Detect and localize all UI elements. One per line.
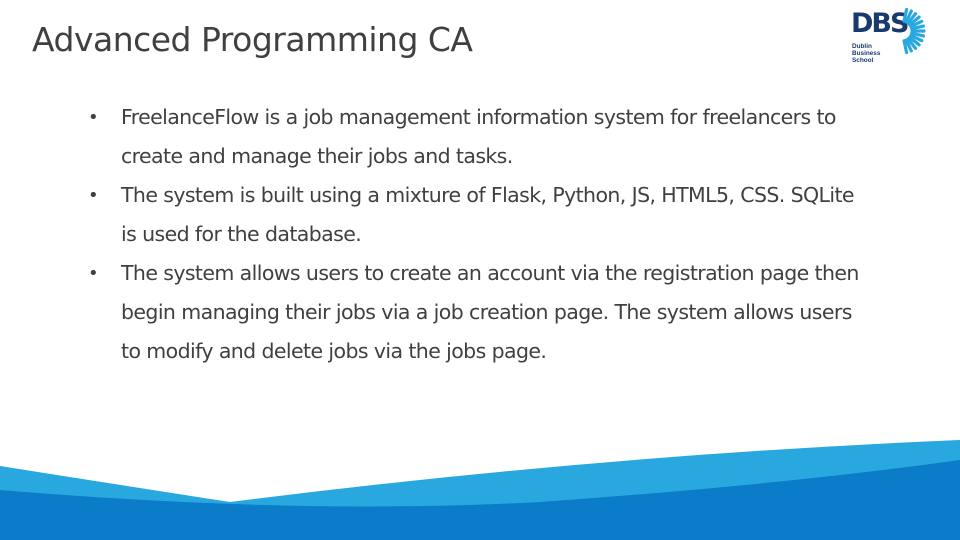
bullet-marker: • — [88, 263, 99, 284]
slide: Advanced Programming CA DBS Dublin Busin… — [0, 0, 960, 540]
bullet-marker: • — [88, 185, 99, 206]
bullet-text: The system is built using a mixture of F… — [121, 183, 855, 246]
sunburst-icon — [902, 7, 926, 55]
footer-wave — [0, 440, 960, 540]
bullet-text: The system allows users to create an acc… — [121, 261, 859, 363]
dbs-logo: DBS Dublin Business School — [848, 4, 948, 68]
slide-title: Advanced Programming CA — [32, 20, 473, 59]
bullet-item: • FreelanceFlow is a job management info… — [88, 98, 868, 176]
bullet-text: FreelanceFlow is a job management inform… — [121, 105, 836, 168]
bullet-list: • FreelanceFlow is a job management info… — [88, 98, 868, 371]
bullet-marker: • — [88, 107, 99, 128]
bullet-item: • The system is built using a mixture of… — [88, 176, 868, 254]
bullet-item: • The system allows users to create an a… — [88, 254, 868, 371]
logo-subtitle-line: Dublin — [852, 43, 872, 50]
logo-subtitle-line: Business — [852, 50, 881, 57]
logo-subtitle: Dublin Business School — [852, 43, 880, 64]
logo-subtitle-line: School — [852, 57, 874, 64]
